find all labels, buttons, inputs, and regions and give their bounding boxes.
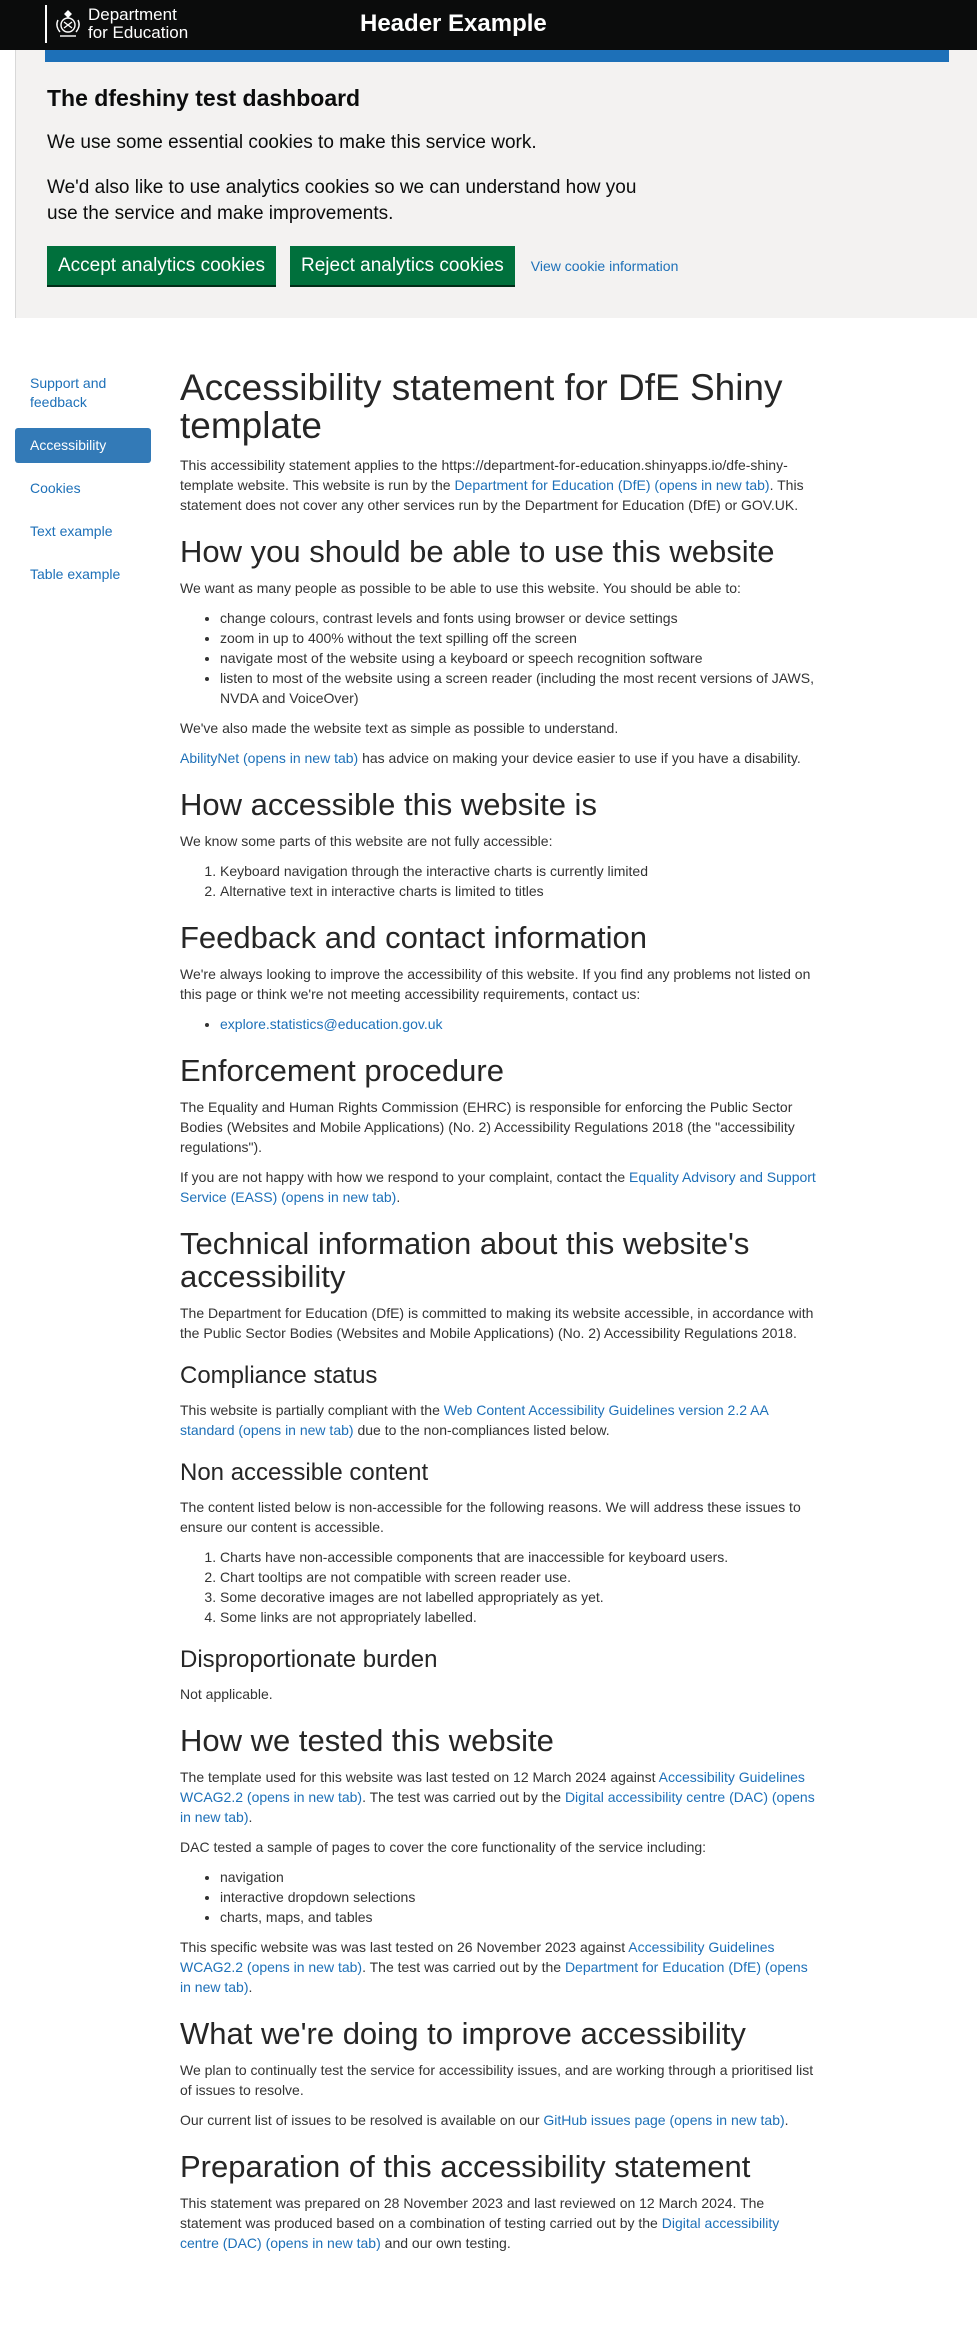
section-accessible-text: We know some parts of this website are n… — [180, 833, 553, 849]
page-title: Accessibility statement for DfE Shiny te… — [180, 367, 783, 446]
page-layout: Support and feedback Accessibility Cooki… — [0, 318, 977, 2263]
non-accessible-list: Charts have non-accessible components th… — [180, 1547, 820, 1627]
section-testing-heading: How we tested this website — [180, 1723, 554, 1758]
site-header: Department for Education Header Example — [0, 0, 977, 62]
complaint-paragraph: If you are not happy with how we respond… — [180, 1169, 816, 1205]
section-usage-text: We want as many people as possible to be… — [180, 580, 741, 596]
section-preparation-heading: Preparation of this accessibility statem… — [180, 2149, 751, 2184]
preparation-paragraph: This statement was prepared on 28 Novemb… — [180, 2195, 780, 2251]
cookie-actions: Accept analytics cookies Reject analytic… — [47, 246, 947, 285]
section-feedback-text: We're always looking to improve the acce… — [180, 966, 811, 1002]
list-item: interactive dropdown selections — [220, 1887, 820, 1907]
section-improve-text: We plan to continually test the service … — [180, 2062, 814, 2098]
header-title: Header Example — [360, 10, 547, 37]
github-issues-link[interactable]: GitHub issues page (opens in new tab) — [543, 2112, 784, 2128]
non-accessible-text: The content listed below is non-accessib… — [180, 1499, 801, 1535]
view-cookie-info-link[interactable]: View cookie information — [531, 258, 679, 274]
list-item: navigate most of the website using a key… — [220, 648, 820, 668]
cookie-banner-title: The dfeshiny test dashboard — [47, 85, 361, 111]
dfe-logo-link[interactable]: Department for Education — [45, 5, 188, 43]
logo-text: Department for Education — [88, 6, 188, 42]
list-item: Some links are not appropriately labelle… — [220, 1607, 820, 1627]
abilitynet-link[interactable]: AbilityNet (opens in new tab) — [180, 750, 358, 766]
github-paragraph: Our current list of issues to be resolve… — [180, 2112, 789, 2128]
section-technical-text: The Department for Education (DfE) is co… — [180, 1305, 814, 1341]
contact-email-link[interactable]: explore.statistics@education.gov.uk — [220, 1016, 443, 1032]
section-accessible-heading: How accessible this website is — [180, 787, 597, 822]
section-technical-heading: Technical information about this website… — [180, 1226, 750, 1294]
usage-list: change colours, contrast levels and font… — [180, 608, 820, 708]
royal-crest-icon — [56, 10, 80, 37]
reject-cookies-button[interactable]: Reject analytics cookies — [290, 246, 515, 285]
dac-sample-text: DAC tested a sample of pages to cover th… — [180, 1839, 707, 1855]
nav-item-cookies[interactable]: Cookies — [15, 471, 151, 506]
nav-item-table-example[interactable]: Table example — [15, 557, 151, 592]
side-nav: Support and feedback Accessibility Cooki… — [0, 366, 180, 2263]
cookie-analytics-text: We'd also like to use analytics cookies … — [47, 177, 637, 224]
list-item: Some decorative images are not labelled … — [220, 1587, 820, 1607]
header-blue-bar — [45, 50, 949, 62]
tested-functionality-list: navigation interactive dropdown selectio… — [180, 1867, 820, 1927]
list-item: zoom in up to 400% without the text spil… — [220, 628, 820, 648]
nav-item-accessibility[interactable]: Accessibility — [15, 428, 151, 463]
dfe-link[interactable]: Department for Education (DfE) (opens in… — [454, 477, 769, 493]
logo-line-2: for Education — [88, 23, 189, 42]
template-test-paragraph: The template used for this website was l… — [180, 1769, 815, 1825]
nav-item-text-example[interactable]: Text example — [15, 514, 151, 549]
section-feedback-heading: Feedback and contact information — [180, 920, 647, 955]
list-item: Charts have non-accessible components th… — [220, 1547, 820, 1567]
simple-text-paragraph: We've also made the website text as simp… — [180, 720, 619, 736]
list-item: explore.statistics@education.gov.uk — [220, 1014, 820, 1034]
compliance-paragraph: This website is partially compliant with… — [180, 1402, 769, 1438]
accept-cookies-button[interactable]: Accept analytics cookies — [47, 246, 276, 285]
non-accessible-heading: Non accessible content — [180, 1459, 429, 1486]
nav-item-support[interactable]: Support and feedback — [15, 366, 151, 420]
site-test-paragraph: This specific website was was last teste… — [180, 1939, 808, 1995]
section-enforcement-heading: Enforcement procedure — [180, 1053, 504, 1088]
burden-text: Not applicable. — [180, 1686, 273, 1702]
accessible-list: Keyboard navigation through the interact… — [180, 861, 820, 901]
cookie-essential-text: We use some essential cookies to make th… — [47, 132, 537, 153]
list-item: navigation — [220, 1867, 820, 1887]
compliance-heading: Compliance status — [180, 1362, 378, 1389]
cookie-banner: The dfeshiny test dashboard We use some … — [15, 50, 977, 318]
list-item: charts, maps, and tables — [220, 1907, 820, 1927]
section-enforcement-text: The Equality and Human Rights Commission… — [180, 1099, 795, 1155]
contact-list: explore.statistics@education.gov.uk — [180, 1014, 820, 1034]
list-item: Keyboard navigation through the interact… — [220, 861, 820, 881]
list-item: listen to most of the website using a sc… — [220, 668, 820, 708]
abilitynet-paragraph: AbilityNet (opens in new tab) has advice… — [180, 750, 801, 766]
section-usage-heading: How you should be able to use this websi… — [180, 534, 775, 569]
list-item: Chart tooltips are not compatible with s… — [220, 1567, 820, 1587]
intro-paragraph: This accessibility statement applies to … — [180, 457, 804, 513]
main-content: Accessibility statement for DfE Shiny te… — [180, 366, 820, 2263]
list-item: Alternative text in interactive charts i… — [220, 881, 820, 901]
burden-heading: Disproportionate burden — [180, 1646, 438, 1673]
logo-line-1: Department — [88, 5, 177, 24]
section-improve-heading: What we're doing to improve accessibilit… — [180, 2016, 746, 2051]
list-item: change colours, contrast levels and font… — [220, 608, 820, 628]
